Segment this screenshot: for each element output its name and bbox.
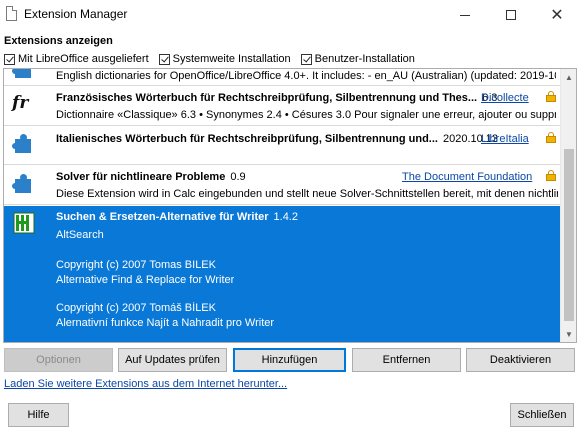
extension-description-line: Copyright (c) 2007 Tomáš BÍLEK (56, 302, 216, 314)
puzzle-icon (12, 69, 36, 81)
filter-shared[interactable]: Systemweite Installation (158, 53, 291, 65)
maximize-icon (506, 10, 516, 20)
extension-name-text: Französisches Wörterbuch für Rechtschrei… (56, 92, 478, 104)
extension-version: 0.9 (230, 171, 246, 183)
filter-user[interactable]: Benutzer-Installation (300, 53, 415, 65)
maximize-button[interactable] (488, 0, 534, 30)
filter-shared-label: Systemweite Installation (172, 53, 291, 65)
vertical-scrollbar[interactable]: ▲ ▼ (560, 69, 576, 342)
section-heading: Extensions anzeigen (4, 35, 113, 47)
extension-item-altsearch[interactable]: Suchen & Ersetzen-Alternative für Writer… (4, 206, 561, 342)
extension-description: Diese Extension wird in Calc eingebunden… (56, 188, 558, 200)
options-button[interactable]: Optionen (4, 348, 113, 372)
extension-description: Dictionnaire «Classique» 6.3 • Synonymes… (56, 109, 556, 121)
filter-user-label: Benutzer-Installation (314, 53, 415, 65)
publisher-link[interactable]: The Document Foundation (402, 171, 532, 183)
extension-item-english-dictionaries[interactable]: English dictionaries for OpenOffice/Libr… (4, 69, 561, 86)
extension-name: Französisches Wörterbuch für Rechtschrei… (56, 92, 497, 104)
check-updates-button[interactable]: Auf Updates prüfen (118, 348, 227, 372)
title-bar: Extension Manager ✕ (0, 0, 580, 30)
extension-item-italian-dictionary[interactable]: Italienisches Wörterbuch für Rechtschrei… (4, 127, 561, 165)
filter-bundled[interactable]: Mit LibreOffice ausgeliefert (4, 53, 149, 65)
checkbox-bundled[interactable] (4, 53, 15, 65)
publisher-link[interactable]: LibreItalia (481, 133, 529, 145)
puzzle-icon (12, 132, 36, 156)
lock-icon (546, 91, 556, 102)
filter-bar: Mit LibreOffice ausgeliefert Systemweite… (4, 53, 415, 65)
fr-icon: fr (12, 93, 29, 113)
puzzle-icon (12, 172, 36, 196)
help-button[interactable]: Hilfe (8, 403, 69, 427)
extension-item-solver[interactable]: Solver für nichtlineare Probleme 0.9 The … (4, 166, 561, 205)
extension-name-text: Suchen & Ersetzen-Alternative für Writer (56, 211, 269, 223)
altsearch-icon (13, 212, 37, 236)
scroll-down-arrow-icon[interactable]: ▼ (561, 326, 576, 342)
publisher-link[interactable]: Dicollecte (481, 92, 529, 104)
extension-description-line: AltSearch (56, 229, 104, 241)
extension-item-french-dictionary[interactable]: fr Französisches Wörterbuch für Rechtsch… (4, 86, 561, 126)
checkbox-user[interactable] (300, 53, 312, 65)
more-extensions-link[interactable]: Laden Sie weitere Extensions aus dem Int… (4, 378, 287, 390)
extension-description-line: Copyright (c) 2007 Tomas BILEK (56, 259, 216, 271)
scroll-up-arrow-icon[interactable]: ▲ (561, 69, 576, 85)
close-window-button[interactable]: ✕ (534, 0, 580, 30)
add-button[interactable]: Hinzufügen (233, 348, 346, 372)
minimize-icon (460, 14, 470, 16)
filter-bundled-label: Mit LibreOffice ausgeliefert (18, 53, 149, 65)
lock-icon (546, 170, 556, 181)
window-title: Extension Manager (24, 7, 128, 21)
extension-name-text: Solver für nichtlineare Probleme (56, 171, 226, 183)
extension-name: Suchen & Ersetzen-Alternative für Writer… (56, 211, 298, 223)
extension-description: English dictionaries for OpenOffice/Libr… (56, 70, 556, 82)
extension-name: Italienisches Wörterbuch für Rechtschrei… (56, 133, 498, 145)
extension-name: Solver für nichtlineare Probleme 0.9 (56, 171, 246, 183)
minimize-button[interactable] (442, 0, 488, 30)
extension-version: 1.4.2 (273, 211, 298, 223)
checkbox-shared[interactable] (158, 53, 170, 65)
extension-name-text: Italienisches Wörterbuch für Rechtschrei… (56, 133, 438, 145)
lock-icon (546, 132, 556, 143)
scrollbar-thumb[interactable] (564, 149, 574, 321)
remove-button[interactable]: Entfernen (352, 348, 461, 372)
close-icon: ✕ (550, 5, 564, 24)
disable-button[interactable]: Deaktivieren (466, 348, 575, 372)
extension-list[interactable]: English dictionaries for OpenOffice/Libr… (3, 68, 577, 343)
close-button[interactable]: Schließen (510, 403, 574, 427)
document-icon (6, 6, 17, 21)
extension-description-line: Alternative Find & Replace for Writer (56, 274, 235, 286)
extension-description-line: Alernativní funkce Najít a Nahradit pro … (56, 317, 275, 329)
